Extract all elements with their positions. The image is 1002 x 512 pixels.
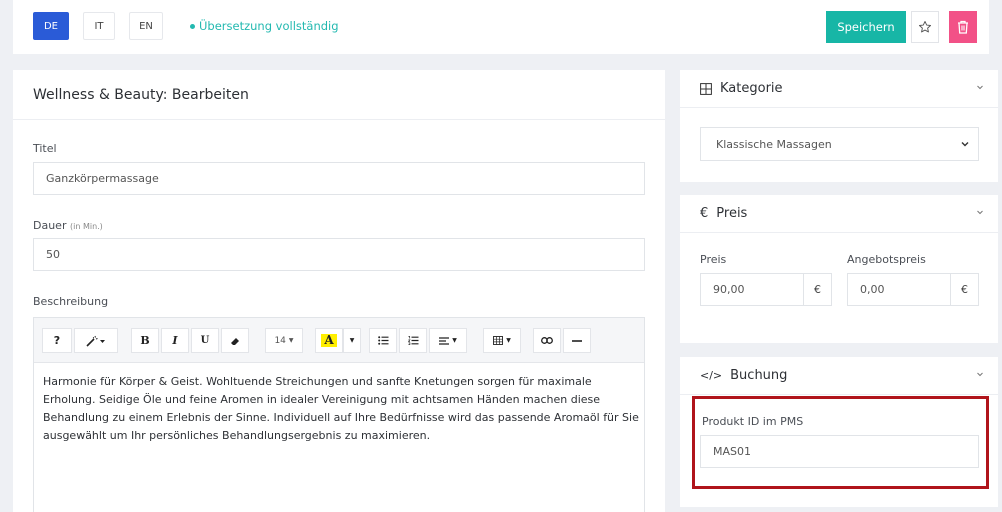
- link-button[interactable]: [533, 328, 561, 353]
- edit-card: Wellness & Beauty: Bearbeiten Titel Ganz…: [13, 70, 665, 512]
- italic-icon: I: [172, 334, 178, 347]
- rich-text-editor: ? B I U 14 ▼ A ▼ ▼ ▼ Harmonie für Körper…: [33, 317, 645, 512]
- page-title: Wellness & Beauty: Bearbeiten: [33, 87, 249, 103]
- editor-toolbar: ? B I U 14 ▼ A ▼ ▼ ▼: [34, 318, 644, 363]
- angebotspreis-label: Angebotspreis: [847, 253, 926, 266]
- kategorie-card: Kategorie Klassische Massagen: [680, 70, 998, 182]
- font-color-dropdown[interactable]: ▼: [343, 328, 361, 353]
- eraser-icon: [231, 337, 239, 345]
- minus-icon: [572, 339, 582, 342]
- trash-icon: [958, 20, 968, 34]
- underline-icon: U: [200, 335, 210, 346]
- status-dot-icon: [190, 23, 195, 29]
- buchung-title: Buchung: [730, 368, 788, 383]
- bullet-list-icon: [377, 336, 388, 345]
- save-button[interactable]: Speichern: [826, 11, 906, 43]
- beschreibung-label: Beschreibung: [33, 295, 109, 308]
- angebotspreis-unit: €: [950, 274, 978, 305]
- bold-button[interactable]: B: [131, 328, 159, 353]
- italic-button[interactable]: I: [161, 328, 189, 353]
- titel-label: Titel: [33, 142, 57, 155]
- angebotspreis-input[interactable]: 0,00 €: [847, 273, 979, 306]
- top-bar: DE IT EN Übersetzung vollständig Speiche…: [13, 0, 989, 54]
- chevron-down-icon: ▼: [288, 337, 294, 344]
- font-color-icon: A: [321, 334, 337, 347]
- unordered-list-button[interactable]: [369, 328, 397, 353]
- link-icon: [541, 337, 553, 344]
- editor-content[interactable]: Harmonie für Körper & Geist. Wohltuende …: [43, 373, 641, 445]
- magic-wand-icon: [86, 335, 105, 347]
- kategorie-header[interactable]: Kategorie: [700, 81, 783, 96]
- translation-status: Übersetzung vollständig: [190, 19, 339, 33]
- help-button[interactable]: ?: [42, 328, 72, 353]
- table-dropdown[interactable]: ▼: [483, 328, 521, 353]
- dauer-input[interactable]: 50: [33, 238, 645, 271]
- table-icon: [493, 336, 504, 345]
- grid-icon: [700, 82, 712, 95]
- eraser-button[interactable]: [221, 328, 249, 353]
- pms-product-id-input[interactable]: MAS01: [700, 435, 979, 468]
- magic-style-button[interactable]: [74, 328, 118, 353]
- divider: [13, 119, 665, 120]
- divider: [680, 107, 998, 108]
- dauer-label-text: Dauer: [33, 219, 67, 232]
- favorite-button[interactable]: [911, 11, 939, 43]
- align-left-icon: [439, 336, 450, 345]
- chevron-down-icon: ▼: [506, 337, 511, 344]
- dauer-label: Dauer (in Min.): [33, 219, 103, 232]
- angebotspreis-value: 0,00: [860, 283, 885, 296]
- preis-unit: €: [803, 274, 831, 305]
- chevron-down-icon[interactable]: [976, 83, 984, 91]
- preis-label: Preis: [700, 253, 727, 266]
- buchung-card: </> Buchung Produkt ID im PMS MAS01: [680, 357, 998, 507]
- underline-button[interactable]: U: [191, 328, 219, 353]
- buchung-header[interactable]: </> Buchung: [700, 368, 787, 383]
- code-icon: </>: [700, 369, 723, 382]
- paragraph-align-dropdown[interactable]: ▼: [429, 328, 467, 353]
- ordered-list-button[interactable]: [399, 328, 427, 353]
- numbered-list-icon: [407, 336, 418, 345]
- preis-title: Preis: [716, 206, 748, 221]
- chevron-down-icon[interactable]: [976, 208, 984, 216]
- divider: [680, 394, 998, 395]
- kategorie-select[interactable]: Klassische Massagen: [700, 127, 979, 161]
- lang-tab-it[interactable]: IT: [83, 12, 115, 40]
- translation-status-text: Übersetzung vollständig: [199, 19, 339, 33]
- font-color-button[interactable]: A: [315, 328, 343, 353]
- bold-icon: B: [140, 334, 150, 347]
- chevron-down-icon: [961, 142, 969, 147]
- lang-tab-en[interactable]: EN: [129, 12, 163, 40]
- pms-label: Produkt ID im PMS: [702, 415, 804, 428]
- euro-icon: €: [700, 206, 709, 221]
- preis-input[interactable]: 90,00 €: [700, 273, 832, 306]
- chevron-down-icon: ▼: [452, 337, 457, 344]
- preis-header[interactable]: € Preis: [700, 206, 747, 221]
- kategorie-title: Kategorie: [720, 81, 783, 96]
- chevron-down-icon: ▼: [349, 337, 355, 344]
- preis-value: 90,00: [713, 283, 745, 296]
- dauer-unit: (in Min.): [69, 222, 103, 231]
- preis-card: € Preis Preis 90,00 € Angebotspreis 0,00…: [680, 195, 998, 343]
- divider: [680, 232, 998, 233]
- star-icon: [918, 20, 932, 33]
- delete-button[interactable]: [949, 11, 977, 43]
- lang-tab-de[interactable]: DE: [33, 12, 69, 40]
- horizontal-rule-button[interactable]: [563, 328, 591, 353]
- chevron-down-icon[interactable]: [976, 370, 984, 378]
- font-size-value: 14: [274, 335, 286, 346]
- kategorie-selected: Klassische Massagen: [716, 137, 832, 151]
- titel-input[interactable]: Ganzkörpermassage: [33, 162, 645, 195]
- font-size-dropdown[interactable]: 14 ▼: [265, 328, 303, 353]
